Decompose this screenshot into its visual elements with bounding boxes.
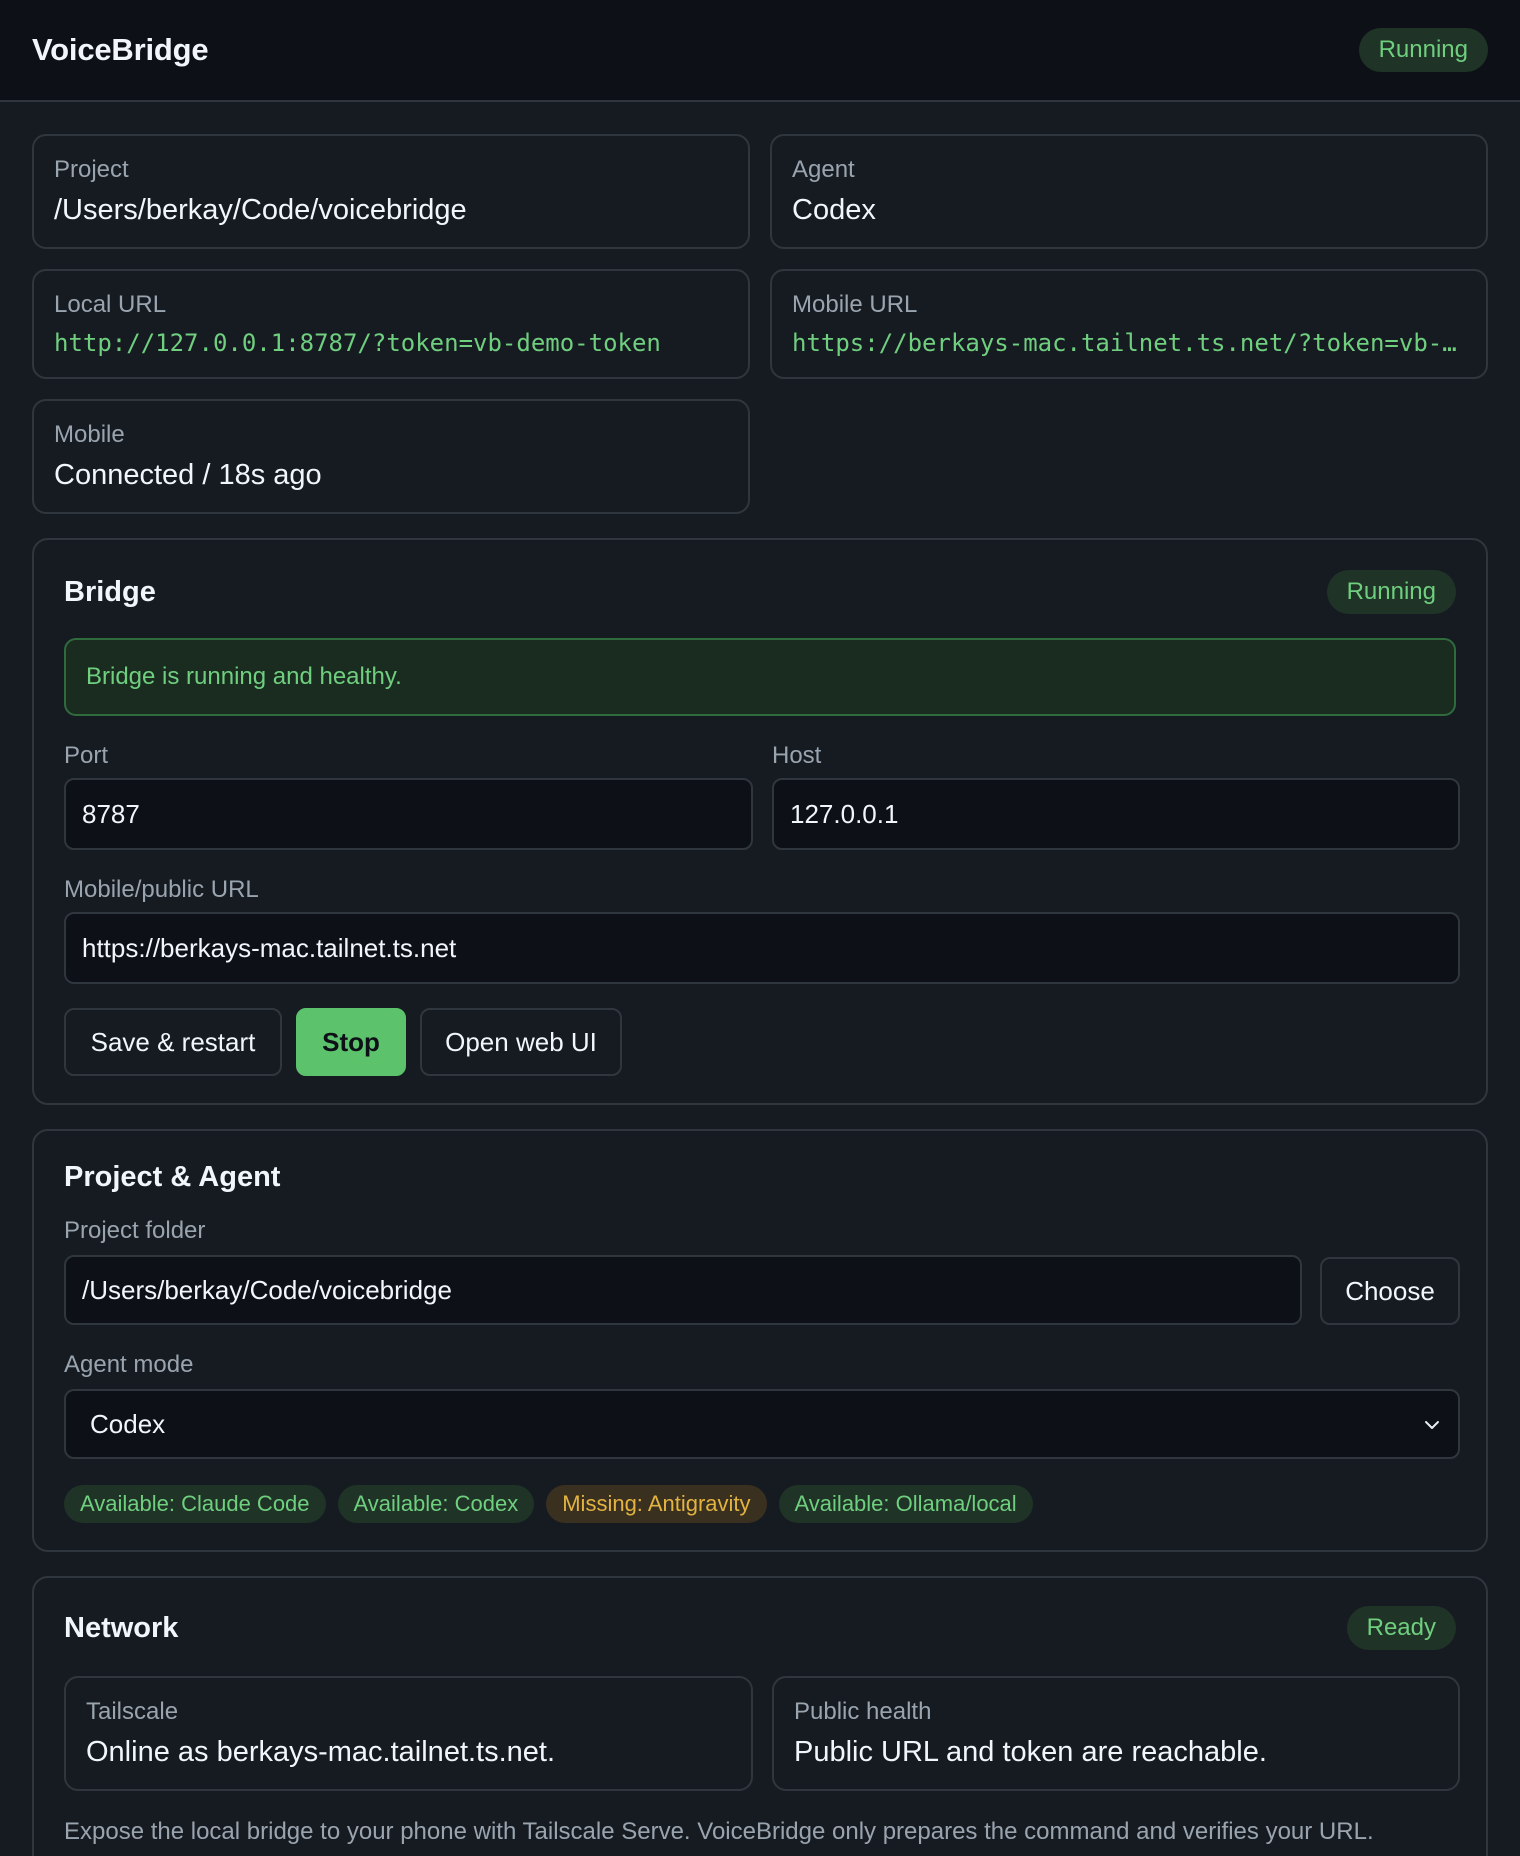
network-title: Network bbox=[64, 1612, 179, 1644]
chip-antigravity: Missing: Antigravity bbox=[546, 1485, 767, 1523]
public-health-label: Public health bbox=[794, 1698, 932, 1725]
project-agent-title: Project & Agent bbox=[64, 1161, 281, 1193]
mobile-summary-card: Mobile Connected / 18s ago bbox=[32, 399, 750, 514]
project-folder-label: Project folder bbox=[64, 1217, 206, 1244]
agent-availability-chips: Available: Claude Code Available: Codex … bbox=[64, 1485, 1033, 1523]
bridge-health-alert: Bridge is running and healthy. bbox=[64, 638, 1456, 716]
open-web-ui-button[interactable]: Open web UI bbox=[420, 1008, 622, 1076]
project-agent-section: Project & Agent Project folder /Users/be… bbox=[32, 1129, 1488, 1552]
agent-summary-label: Agent bbox=[792, 156, 855, 183]
agent-summary-value: Codex bbox=[792, 194, 876, 226]
network-note: Expose the local bridge to your phone wi… bbox=[64, 1818, 1374, 1845]
port-input[interactable]: 8787 bbox=[64, 778, 753, 850]
stop-button[interactable]: Stop bbox=[296, 1008, 406, 1076]
mobile-summary-label: Mobile bbox=[54, 421, 125, 448]
public-health-card: Public health Public URL and token are r… bbox=[772, 1676, 1460, 1791]
mobile-url-value[interactable]: https://berkays-mac.tailnet.ts.net/?toke… bbox=[792, 329, 1466, 357]
agent-mode-select[interactable]: Codex bbox=[64, 1389, 1460, 1459]
agent-mode-label: Agent mode bbox=[64, 1351, 194, 1378]
agent-summary-card: Agent Codex bbox=[770, 134, 1488, 249]
bridge-status-badge: Running bbox=[1326, 570, 1456, 614]
chip-claude-code: Available: Claude Code bbox=[64, 1485, 326, 1523]
tailscale-card: Tailscale Online as berkays-mac.tailnet.… bbox=[64, 1676, 753, 1791]
bridge-title: Bridge bbox=[64, 576, 156, 608]
save-restart-button[interactable]: Save & restart bbox=[64, 1008, 282, 1076]
port-label: Port bbox=[64, 742, 109, 769]
mobile-url-label: Mobile URL bbox=[792, 291, 918, 318]
local-url-card: Local URL http://127.0.0.1:8787/?token=v… bbox=[32, 269, 750, 379]
local-url-value[interactable]: http://127.0.0.1:8787/?token=vb-demo-tok… bbox=[54, 329, 728, 357]
mobile-url-card: Mobile URL https://berkays-mac.tailnet.t… bbox=[770, 269, 1488, 379]
bridge-section: Bridge Running Bridge is running and hea… bbox=[32, 538, 1488, 1105]
chevron-down-icon bbox=[1425, 1421, 1439, 1429]
chip-ollama-local: Available: Ollama/local bbox=[778, 1485, 1033, 1523]
mobile-summary-value: Connected / 18s ago bbox=[54, 459, 322, 491]
app-header: VoiceBridge Running bbox=[0, 0, 1520, 102]
tailscale-label: Tailscale bbox=[86, 1698, 179, 1725]
agent-mode-selected: Codex bbox=[90, 1408, 166, 1439]
project-folder-input[interactable]: /Users/berkay/Code/voicebridge bbox=[64, 1255, 1302, 1325]
public-url-label: Mobile/public URL bbox=[64, 876, 259, 903]
host-label: Host bbox=[772, 742, 822, 769]
network-status-badge: Ready bbox=[1346, 1606, 1456, 1650]
public-health-value: Public URL and token are reachable. bbox=[794, 1736, 1267, 1768]
app-status-badge: Running bbox=[1358, 28, 1488, 72]
project-summary-label: Project bbox=[54, 156, 129, 183]
project-summary-card: Project /Users/berkay/Code/voicebridge bbox=[32, 134, 750, 249]
tailscale-value: Online as berkays-mac.tailnet.ts.net. bbox=[86, 1736, 556, 1768]
choose-folder-button[interactable]: Choose bbox=[1320, 1257, 1460, 1325]
local-url-label: Local URL bbox=[54, 291, 167, 318]
public-url-input[interactable]: https://berkays-mac.tailnet.ts.net bbox=[64, 912, 1460, 984]
chip-codex: Available: Codex bbox=[337, 1485, 535, 1523]
network-section: Network Ready Tailscale Online as berkay… bbox=[32, 1576, 1488, 1856]
project-summary-value: /Users/berkay/Code/voicebridge bbox=[54, 194, 467, 226]
host-input[interactable]: 127.0.0.1 bbox=[772, 778, 1460, 850]
app-title: VoiceBridge bbox=[32, 32, 209, 67]
